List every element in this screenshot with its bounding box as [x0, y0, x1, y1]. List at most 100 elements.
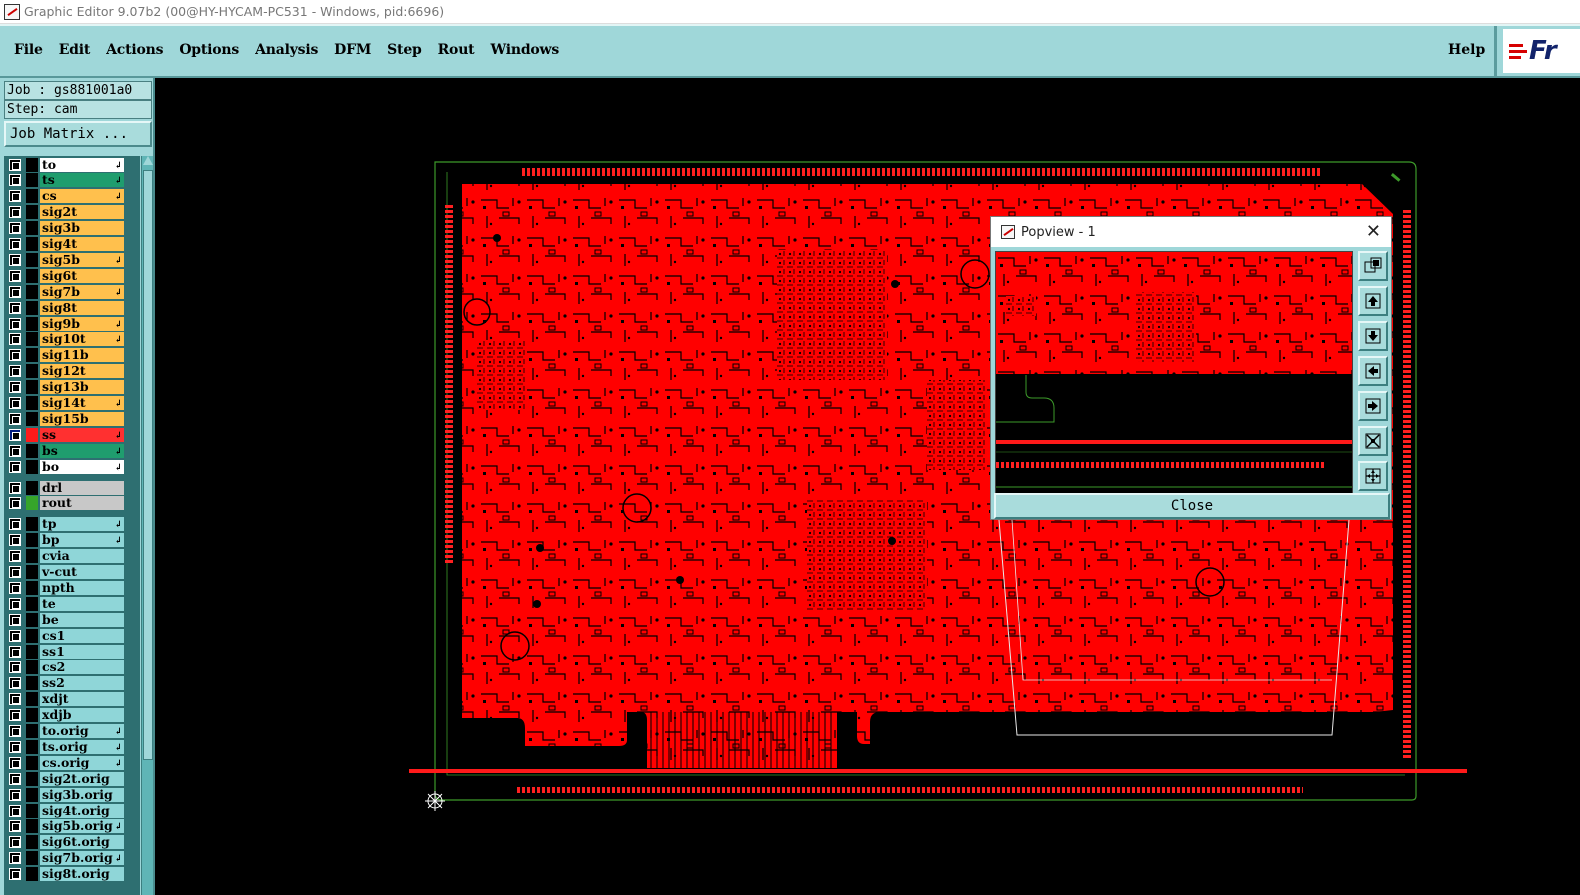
menu-windows[interactable]: Windows	[490, 42, 559, 58]
layer-color-swatch[interactable]	[26, 819, 38, 834]
layer-checkbox[interactable]	[9, 285, 21, 298]
layer-row[interactable]: sig8t.orig	[4, 867, 140, 882]
layer-name[interactable]: rout	[40, 496, 124, 511]
layer-row[interactable]: xdjb	[4, 708, 140, 723]
layer-name[interactable]: sig7b ↲	[40, 284, 124, 299]
layer-row[interactable]: sig15b	[4, 411, 140, 426]
layer-checkbox[interactable]	[9, 365, 21, 378]
layer-name[interactable]: ss1	[40, 644, 124, 659]
pan-up-icon[interactable]	[1358, 286, 1388, 316]
layer-row[interactable]: cs2	[4, 660, 140, 675]
layer-checkbox[interactable]	[9, 174, 21, 187]
layer-row[interactable]: cs ↲	[4, 189, 140, 204]
layer-color-swatch[interactable]	[26, 565, 38, 579]
layer-color-swatch[interactable]	[26, 396, 38, 410]
layer-checkbox[interactable]	[9, 613, 21, 626]
menu-analysis[interactable]: Analysis	[255, 42, 318, 58]
layer-checkbox[interactable]	[9, 238, 21, 250]
layer-name[interactable]: sig6t	[40, 268, 124, 283]
layer-color-swatch[interactable]	[26, 708, 38, 723]
layer-color-swatch[interactable]	[26, 755, 38, 770]
layer-color-swatch[interactable]	[26, 332, 38, 347]
layer-color-swatch[interactable]	[26, 644, 38, 659]
layer-name[interactable]: ss2	[40, 676, 124, 691]
layer-color-swatch[interactable]	[26, 692, 38, 707]
layer-color-swatch[interactable]	[26, 221, 38, 236]
layer-checkbox[interactable]	[9, 428, 21, 441]
layer-row[interactable]: sig12t	[4, 364, 140, 379]
menu-step[interactable]: Step	[387, 42, 422, 58]
layer-color-swatch[interactable]	[26, 316, 38, 331]
layer-color-swatch[interactable]	[26, 596, 38, 611]
layer-checkbox[interactable]	[9, 333, 21, 346]
layer-color-swatch[interactable]	[26, 867, 38, 882]
layer-checkbox[interactable]	[9, 645, 21, 658]
layer-row[interactable]: sig7b ↲	[4, 284, 140, 299]
layer-row[interactable]: sig6t	[4, 268, 140, 283]
layer-name[interactable]: sig6t.orig	[40, 835, 124, 850]
layer-name[interactable]: to ↲	[40, 157, 124, 172]
layer-name[interactable]: sig2t.orig	[40, 771, 124, 786]
layer-row[interactable]: sig9b ↲	[4, 316, 140, 331]
layer-color-swatch[interactable]	[26, 348, 38, 363]
layer-row[interactable]: npth	[4, 580, 140, 595]
layer-checkbox[interactable]	[9, 709, 21, 722]
layer-checkbox[interactable]	[9, 317, 21, 330]
layer-checkbox[interactable]	[9, 497, 21, 510]
layer-name[interactable]: sig5b ↲	[40, 252, 124, 267]
layer-checkbox[interactable]	[9, 597, 21, 610]
layer-name[interactable]: xdjb	[40, 708, 124, 723]
layer-row[interactable]: bs ↲	[4, 443, 140, 458]
popview-canvas[interactable]	[995, 251, 1353, 503]
layer-color-swatch[interactable]	[26, 443, 38, 458]
layer-checkbox[interactable]	[9, 158, 21, 171]
layer-color-swatch[interactable]	[26, 851, 38, 866]
layer-row[interactable]: to.orig ↲	[4, 724, 140, 739]
layer-row[interactable]: xdjt	[4, 692, 140, 707]
layer-checkbox[interactable]	[9, 677, 21, 690]
layer-name[interactable]: tp ↲	[40, 517, 124, 532]
layer-color-swatch[interactable]	[26, 496, 38, 511]
layer-color-swatch[interactable]	[26, 411, 38, 426]
layer-row[interactable]: cvia	[4, 549, 140, 564]
popview-close-button[interactable]: Close	[994, 493, 1390, 519]
layer-color-swatch[interactable]	[26, 364, 38, 379]
layer-name[interactable]: bs ↲	[40, 443, 124, 458]
layer-name[interactable]: ts.orig ↲	[40, 739, 124, 754]
layer-checkbox[interactable]	[9, 534, 21, 547]
zoom-home-icon[interactable]	[1358, 461, 1388, 491]
layer-checkbox[interactable]	[9, 381, 21, 394]
layer-color-swatch[interactable]	[26, 517, 38, 532]
layer-color-swatch[interactable]	[26, 739, 38, 754]
layer-checkbox[interactable]	[9, 804, 21, 817]
menu-dfm[interactable]: DFM	[334, 42, 371, 58]
layer-checkbox[interactable]	[9, 460, 21, 473]
layer-row[interactable]: sig3b.orig	[4, 787, 140, 802]
layer-row[interactable]: sig3b	[4, 221, 140, 236]
layer-row[interactable]: cs.orig ↲	[4, 755, 140, 770]
layer-row[interactable]: sig13b	[4, 380, 140, 395]
layer-name[interactable]: cs.orig ↲	[40, 755, 124, 770]
layer-row[interactable]: sig11b	[4, 348, 140, 363]
layer-color-swatch[interactable]	[26, 724, 38, 738]
layer-name[interactable]: sig15b	[40, 411, 124, 426]
layer-color-swatch[interactable]	[26, 380, 38, 395]
layer-row[interactable]: sig5b ↲	[4, 252, 140, 267]
layer-row[interactable]: sig2t.orig	[4, 771, 140, 786]
layer-row[interactable]: be	[4, 612, 140, 627]
layer-row[interactable]: cs1	[4, 628, 140, 643]
layer-checkbox[interactable]	[9, 661, 21, 674]
layer-name[interactable]: sig5b.orig ↲	[40, 819, 124, 834]
layer-checkbox[interactable]	[9, 481, 21, 494]
layer-color-swatch[interactable]	[26, 628, 38, 643]
layer-color-swatch[interactable]	[26, 835, 38, 850]
layer-name[interactable]: sig3b	[40, 221, 124, 236]
layer-row[interactable]: sig4t.orig	[4, 803, 140, 818]
layer-checkbox[interactable]	[9, 868, 21, 881]
layer-name[interactable]: te	[40, 596, 124, 611]
layer-color-swatch[interactable]	[26, 533, 38, 548]
layer-name[interactable]: sig3b.orig	[40, 787, 124, 802]
job-matrix-button[interactable]: Job Matrix ...	[4, 121, 152, 147]
layer-color-swatch[interactable]	[26, 237, 38, 251]
layer-name[interactable]: ss ↲	[40, 427, 124, 442]
